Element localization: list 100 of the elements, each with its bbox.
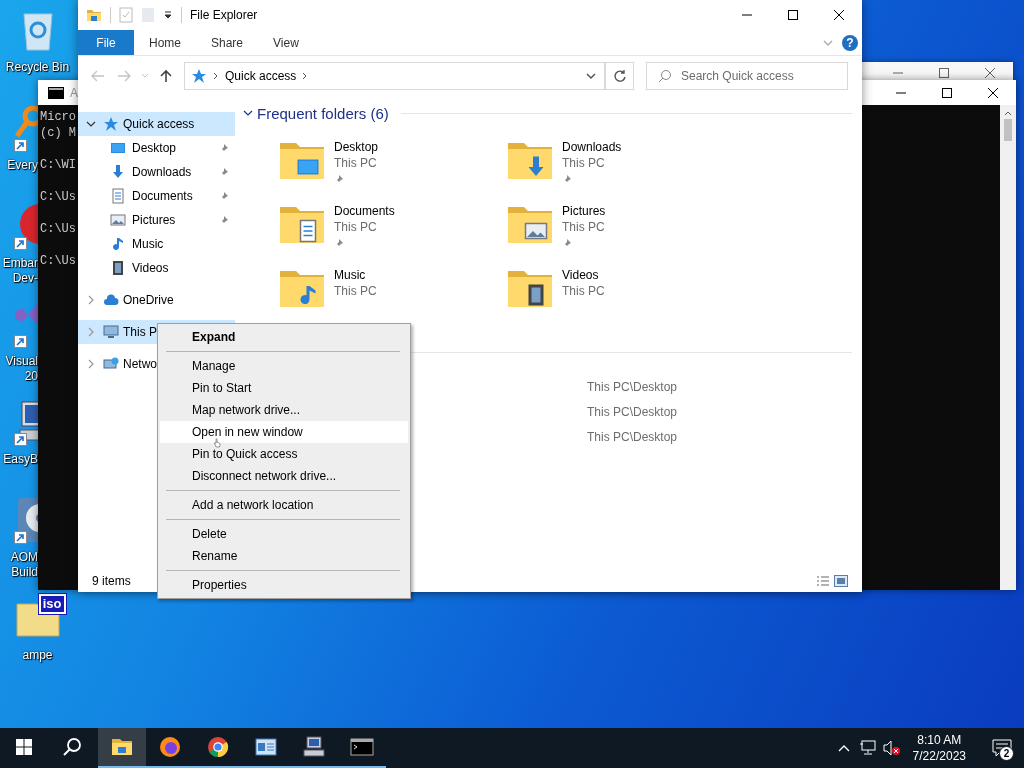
close-icon (834, 10, 844, 20)
caret-icon (141, 73, 149, 79)
large-icons-view-icon[interactable] (834, 575, 848, 587)
music-note-icon (110, 236, 126, 252)
close-icon (988, 87, 998, 98)
monitor-icon (110, 140, 126, 156)
document-icon (110, 188, 126, 204)
folder-location: This PC (562, 283, 605, 299)
nav-item[interactable]: Desktop (78, 136, 235, 160)
nav-item[interactable]: Music (78, 232, 235, 256)
nav-item[interactable]: OneDrive (78, 288, 235, 312)
hand-cursor-icon (214, 438, 221, 448)
window-title: File Explorer (190, 8, 259, 22)
folder-name[interactable]: Music (334, 267, 377, 283)
folder-location: This PC (334, 155, 378, 171)
film-icon (110, 260, 126, 276)
clock-date[interactable]: 7/22/2023 (912, 748, 966, 764)
maximize-icon (788, 10, 798, 20)
terminal-icon (350, 735, 374, 759)
nav-item[interactable]: Documents (78, 184, 235, 208)
icon-label: Embar Dev- (1, 256, 38, 286)
menu-item[interactable]: Delete (160, 523, 408, 545)
star-icon (191, 68, 207, 84)
picture-icon (110, 212, 126, 228)
chevron-icon[interactable] (243, 108, 253, 118)
menu-item[interactable]: Map network drive... (160, 399, 408, 421)
ribbon-tab[interactable]: View (258, 30, 314, 55)
globe-icon (158, 735, 182, 759)
maximize-icon (942, 87, 952, 98)
file-location: This PC\Desktop (587, 403, 678, 420)
folder-location: This PC (334, 283, 377, 299)
nav-item[interactable]: Quick access (78, 112, 235, 136)
console-line: C:\Us (40, 253, 76, 269)
clock-time[interactable]: 8:10 AM (917, 732, 962, 748)
menu-item[interactable]: Properties (160, 574, 408, 596)
search-field[interactable]: Search Quick access (646, 62, 848, 90)
taskbar-app-button[interactable] (98, 728, 146, 768)
ribbon-tab[interactable]: Share (196, 30, 259, 55)
console-line: Micro (40, 109, 76, 125)
menu-item[interactable]: Add a network location (160, 494, 408, 516)
down-arrow-icon (110, 164, 126, 180)
breadcrumb[interactable]: Quick access (225, 69, 297, 83)
console-line: C:\WI (40, 157, 76, 173)
file-location: This PC\Desktop (587, 428, 678, 445)
console-line: C:\Us (40, 189, 76, 205)
file-location: This PC\Desktop (587, 378, 678, 395)
nav-item[interactable]: Pictures (78, 208, 235, 232)
folder-name[interactable]: Downloads (562, 139, 622, 155)
back-arrow-icon (91, 70, 105, 82)
dropdown-icon[interactable] (163, 10, 173, 20)
maximize-icon (939, 68, 949, 78)
notification-count: 2 (999, 746, 1014, 761)
folder-name[interactable]: Documents (334, 203, 395, 219)
nav-item[interactable]: Downloads (78, 160, 235, 184)
chevron-icon[interactable] (302, 72, 309, 80)
icon-label: ampe (22, 648, 53, 663)
speaker-icon[interactable] (882, 740, 901, 756)
file-type-badge: iso (38, 594, 66, 614)
icon-label: Every (6, 158, 38, 173)
network-icon[interactable] (858, 740, 877, 756)
help-button[interactable]: ? (842, 34, 858, 51)
address-bar[interactable]: Quick access (184, 62, 606, 90)
menu-item[interactable]: Disconnect network drive... (160, 465, 408, 487)
menu-item[interactable]: Manage (160, 355, 408, 377)
computer-icon (302, 735, 326, 759)
search-icon (62, 737, 82, 757)
console-line: C:\Us (40, 221, 76, 237)
chevron-icon[interactable] (213, 72, 219, 80)
terminal-icon (48, 86, 64, 99)
icon-label: EasyB (2, 452, 38, 467)
icon-label: Recycle Bin (5, 60, 70, 75)
circle-logo-icon (206, 735, 230, 759)
menu-item[interactable]: Open in new window (160, 421, 408, 443)
chat-bubble-icon (992, 739, 1012, 757)
chevron-icon[interactable] (86, 119, 96, 129)
scroll-up-icon[interactable] (1004, 109, 1012, 117)
up-arrow-icon (160, 69, 172, 83)
folder-location: This PC (334, 219, 378, 235)
item-count: 9 items (92, 574, 131, 588)
caret-icon (585, 72, 596, 80)
icon-label: AOM Build (9, 550, 38, 580)
menu-item[interactable]: Rename (160, 545, 408, 567)
folder-name[interactable]: Pictures (562, 203, 606, 219)
cloud-icon (103, 292, 119, 308)
menu-item[interactable]: Pin to Start (160, 377, 408, 399)
file-menu-tab[interactable]: File (78, 30, 134, 55)
section-title[interactable]: Frequent folders (6) (257, 104, 389, 122)
scrollbar[interactable] (1000, 105, 1016, 590)
folder-icon[interactable] (86, 7, 102, 23)
folder-name[interactable]: Desktop (334, 139, 379, 155)
notification-button[interactable]: 2 (980, 728, 1024, 768)
menu-item[interactable]: Pin to Quick access (160, 443, 408, 465)
search-icon (658, 69, 672, 83)
nav-item[interactable]: Videos (78, 256, 235, 280)
computer-icon (103, 324, 119, 340)
folder-name[interactable]: Videos (562, 267, 605, 283)
ribbon-tab[interactable]: Home (134, 30, 196, 55)
close-icon (985, 68, 995, 78)
scroll-thumb[interactable] (1004, 119, 1012, 141)
refresh-button[interactable] (606, 62, 634, 90)
